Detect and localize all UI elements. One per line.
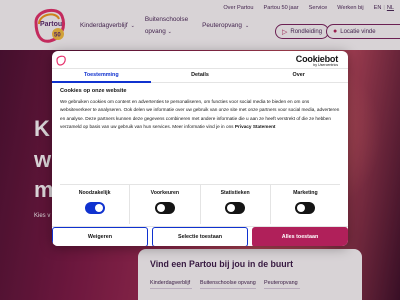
toggle-noodzakelijk-label: Noodzakelijk [78,190,111,196]
deny-button[interactable]: Weigeren [52,227,148,246]
toggle-marketing-label: Marketing [293,190,318,196]
cookie-dialog-header: Cookiebot by Usercentrics [52,51,348,69]
tab-details[interactable]: Details [151,69,250,82]
toggle-voorkeuren-switch[interactable] [154,202,175,214]
cookie-toggles: Noodzakelijk Voorkeuren Statistieken Mar… [60,184,340,224]
toggle-statistieken: Statistieken [201,185,271,224]
cookie-tabs: Toestemming Details Over [52,69,348,83]
tab-toestemming[interactable]: Toestemming [52,69,151,83]
privacy-statement-link[interactable]: Privacy Statement [235,124,276,129]
toggle-marketing-switch[interactable] [295,202,316,214]
cookie-body: We gebruiken cookies om content en adver… [60,99,340,130]
cookie-content: Cookies op onze website We gebruiken coo… [52,83,348,132]
cookie-buttons: Weigeren Selectie toestaan Alles toestaa… [52,226,348,246]
toggle-voorkeuren: Voorkeuren [130,185,201,224]
cookiebot-logo[interactable]: Cookiebot by Usercentrics [296,54,338,67]
allow-selection-button[interactable]: Selectie toestaan [152,227,248,246]
toggle-marketing: Marketing [271,185,340,224]
toggle-voorkeuren-label: Voorkeuren [150,190,180,196]
cookie-consent-dialog: Cookiebot by Usercentrics Toestemming De… [52,51,348,246]
tab-over[interactable]: Over [249,69,348,82]
toggle-noodzakelijk-switch[interactable] [84,202,105,214]
toggle-statistieken-switch[interactable] [225,202,246,214]
toggle-noodzakelijk: Noodzakelijk [60,185,131,224]
cookie-heading: Cookies op onze website [60,88,127,94]
partou-small-logo-icon [56,55,66,66]
allow-all-button[interactable]: Alles toestaan [252,227,348,246]
toggle-statistieken-label: Statistieken [220,190,250,196]
